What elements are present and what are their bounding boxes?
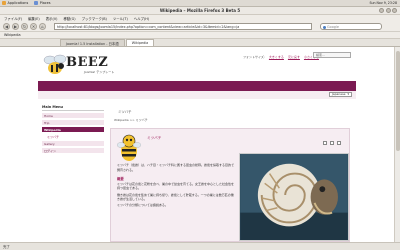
- tab-strip: Joomla! 1.5 Installation - 日本語 Wikipedia: [0, 39, 400, 47]
- url-bar[interactable]: http://localhost:81/blogs/joomla15/index…: [54, 23, 312, 30]
- menu-item-login[interactable]: ログイン: [42, 148, 104, 154]
- menu-go[interactable]: 移動(G): [64, 16, 76, 21]
- panel-clock[interactable]: Sun Nov 9, 23:28: [369, 1, 397, 5]
- close-button[interactable]: [392, 8, 397, 13]
- places-label: Places: [39, 1, 51, 5]
- top-panel: Applications Places Sun Nov 9, 23:28: [0, 0, 400, 7]
- window-controls: [379, 8, 397, 13]
- menu-tools[interactable]: ツール(T): [113, 16, 128, 21]
- language-strip: [38, 91, 356, 99]
- vertical-scrollbar[interactable]: [394, 47, 400, 242]
- article-tools: [323, 141, 341, 145]
- language-select[interactable]: Japanese ▾: [328, 92, 352, 97]
- minimize-button[interactable]: [379, 8, 384, 13]
- menu-view[interactable]: 表示(V): [46, 16, 58, 21]
- menu-help[interactable]: ヘルプ(H): [134, 16, 149, 21]
- site-search-input[interactable]: 検索...: [313, 52, 351, 58]
- menu-header: Main Menu: [42, 105, 104, 111]
- chevron-down-icon: ▾: [347, 92, 349, 97]
- article-paragraph: 働き蜂は花の蜜を集めて巣に持ち帰り、蜂蜜として貯蔵する。一つの巣には数万匹の働き…: [117, 192, 234, 201]
- article-body: ミツバチは花の蜜と花粉を食べ、巣の中で幼虫を育てる。女王蜂を中心とした社会性を持…: [117, 182, 235, 209]
- menu-item-trip[interactable]: Trip: [42, 120, 104, 126]
- applications-label: Applications: [7, 1, 29, 5]
- breadcrumb[interactable]: Wikipedia >> ミツバチ: [114, 118, 148, 122]
- article-title[interactable]: ミツバチ: [147, 136, 161, 141]
- font-reset-button[interactable]: 元に戻す: [288, 55, 300, 59]
- article-intro: ミツバチ（蜜蜂）は、ハチ目・ミツバチ科に属する昆虫の総称。蜂蜜を採取する目的で飼…: [117, 163, 235, 172]
- bee-logo-icon: [43, 54, 67, 74]
- site-header: BEEZ Joomla! テンプレート フォントサイズ: 大きくする 元に戻す …: [38, 49, 356, 81]
- tab-joomla[interactable]: Joomla! 1.5 Installation - 日本語: [60, 39, 125, 46]
- url-text: http://localhost:81/blogs/joomla15/index…: [57, 24, 240, 29]
- font-size-label: フォントサイズ:: [243, 55, 265, 59]
- article: ミツバチ ミツバチ（蜜蜂）は、ハチ目・ミツバチ科に属する昆虫の総称。蜂蜜を採取す…: [110, 128, 350, 242]
- language-value: Japanese: [331, 92, 346, 97]
- article-subheading: 概要: [117, 177, 124, 181]
- article-paragraph: ミツバチの分類については諸説ある。: [117, 203, 168, 208]
- font-size-controls: フォントサイズ: 大きくする 元に戻す 小さくする: [243, 55, 319, 59]
- header-band: [38, 81, 356, 91]
- page-viewport: BEEZ Joomla! テンプレート フォントサイズ: 大きくする 元に戻す …: [0, 47, 394, 242]
- nautilus-shell-image: [239, 153, 349, 241]
- places-menu[interactable]: Places: [34, 1, 51, 5]
- menu-file[interactable]: ファイル(F): [4, 16, 22, 21]
- site-tagline: Joomla! テンプレート: [84, 70, 115, 74]
- pdf-icon[interactable]: [323, 141, 327, 145]
- page-heading: ミツバチ: [118, 110, 132, 114]
- status-bar: 完了: [0, 242, 400, 250]
- tab-wikipedia[interactable]: Wikipedia: [125, 39, 155, 46]
- scrollbar-thumb[interactable]: [396, 51, 400, 151]
- menu-edit[interactable]: 編集(E): [28, 16, 40, 21]
- bookmarks-toolbar: Wikipedia: [0, 32, 400, 39]
- menu-item-gallery[interactable]: Gallery: [42, 141, 104, 147]
- maximize-button[interactable]: [385, 8, 391, 13]
- bee-cartoon-icon: [117, 134, 141, 161]
- menu-item-wikipedia[interactable]: Wikipedia: [42, 127, 104, 133]
- window-titlebar[interactable]: Wikipedia – Mozilla Firefox 3 Beta 5: [0, 7, 400, 15]
- site-logo[interactable]: BEEZ: [66, 55, 108, 70]
- print-icon[interactable]: [330, 141, 334, 145]
- forward-button[interactable]: ▶: [12, 23, 19, 30]
- navigation-toolbar: ◀ ▶ ↻ ✕ ⌂ http://localhost:81/blogs/joom…: [0, 22, 400, 32]
- window-title: Wikipedia – Mozilla Firefox 3 Beta 5: [159, 8, 241, 13]
- back-button[interactable]: ◀: [3, 23, 10, 30]
- search-placeholder: Google: [327, 24, 339, 29]
- home-button[interactable]: ⌂: [39, 23, 46, 30]
- left-menu: Main Menu Home Trip Wikipedia ミツバチ Galle…: [42, 105, 104, 155]
- stop-button[interactable]: ✕: [30, 23, 37, 30]
- menu-bookmarks[interactable]: ブックマーク(B): [82, 16, 107, 21]
- applications-menu[interactable]: Applications: [2, 1, 28, 5]
- places-icon: [34, 1, 39, 5]
- site-container: BEEZ Joomla! テンプレート フォントサイズ: 大きくする 元に戻す …: [38, 47, 356, 242]
- menubar: ファイル(F) 編集(E) 表示(V) 移動(G) ブックマーク(B) ツール(…: [0, 15, 400, 22]
- reload-button[interactable]: ↻: [21, 23, 28, 30]
- email-icon[interactable]: [337, 141, 341, 145]
- article-paragraph: ミツバチは花の蜜と花粉を食べ、巣の中で幼虫を育てる。女王蜂を中心とした社会性を持…: [117, 182, 235, 191]
- applications-icon: [2, 1, 6, 5]
- menu-item-honeybee[interactable]: ミツバチ: [42, 134, 104, 140]
- menu-item-home[interactable]: Home: [42, 113, 104, 119]
- font-bigger-button[interactable]: 大きくする: [269, 55, 284, 59]
- search-input[interactable]: Google: [320, 23, 382, 30]
- status-text: 完了: [3, 245, 10, 249]
- bookmark-item[interactable]: Wikipedia: [4, 33, 21, 37]
